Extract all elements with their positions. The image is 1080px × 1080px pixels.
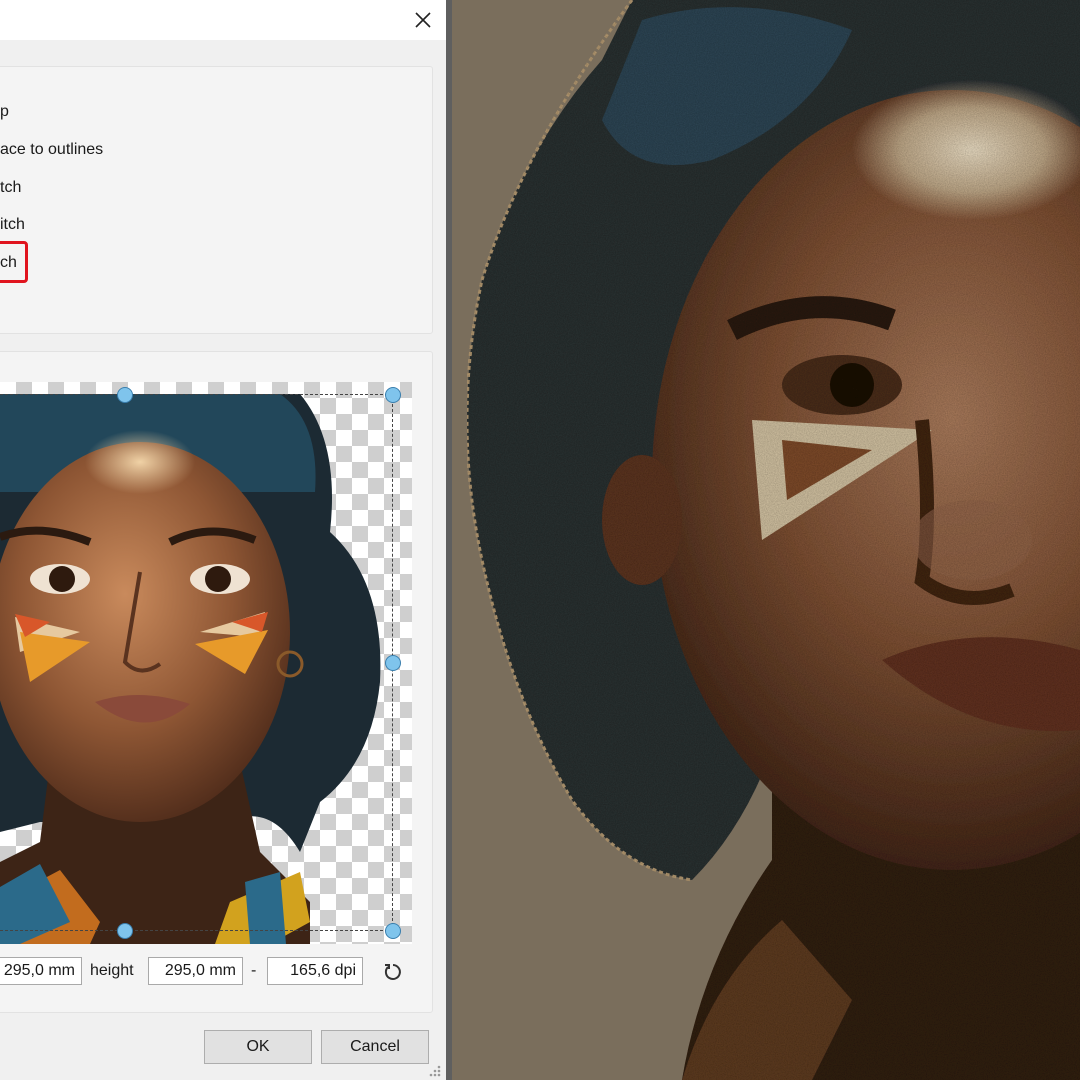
resize-handle-bottom[interactable] [117, 923, 133, 939]
resize-handle-top-right[interactable] [385, 387, 401, 403]
resize-handle-bottom-right[interactable] [385, 923, 401, 939]
cancel-button[interactable]: Cancel [321, 1030, 429, 1064]
close-icon [415, 12, 431, 28]
dialog-titlebar [0, 0, 446, 40]
option-3[interactable]: tch [0, 179, 21, 197]
option-2[interactable]: ace to outlines [0, 141, 103, 159]
reset-icon[interactable] [383, 962, 403, 982]
ok-button[interactable]: OK [204, 1030, 312, 1064]
resize-grip-icon[interactable] [428, 1064, 442, 1078]
resize-handle-right[interactable] [385, 655, 401, 671]
height-label: height [90, 962, 134, 979]
dpi-input[interactable]: 165,6 dpi [267, 957, 363, 985]
option-5[interactable]: ch [0, 254, 17, 272]
embroidery-dialog: p ace to outlines tch itch ch 295,0 mm h… [0, 0, 446, 1080]
portrait-image [0, 394, 381, 944]
close-button[interactable] [404, 2, 442, 38]
embroidered-portrait [465, 0, 1080, 1080]
conversion-options-group [0, 66, 433, 334]
option-4[interactable]: itch [0, 216, 25, 234]
height-input[interactable]: 295,0 mm [148, 957, 243, 985]
resize-handle-top[interactable] [117, 387, 133, 403]
size-separator: - [251, 962, 257, 979]
image-preview[interactable] [0, 382, 412, 944]
option-1[interactable]: p [0, 103, 9, 121]
embroidery-preview [452, 0, 1080, 1080]
width-input[interactable]: 295,0 mm [0, 957, 82, 985]
